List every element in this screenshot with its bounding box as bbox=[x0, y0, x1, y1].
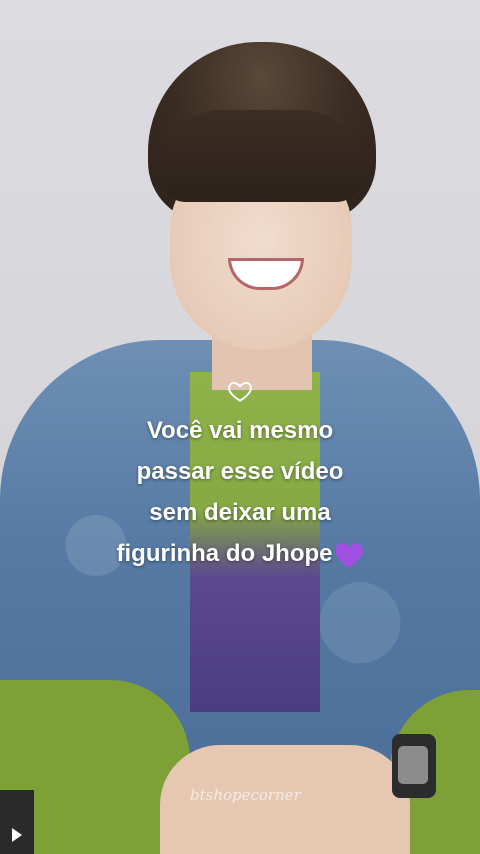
watch-face bbox=[398, 746, 428, 784]
watermark: btshopecorner bbox=[190, 786, 301, 804]
caption-line-4-text: figurinha do Jhope bbox=[116, 540, 333, 567]
caption-line-2: passar esse vídeo bbox=[136, 458, 344, 485]
chair bbox=[0, 790, 34, 854]
hair-fringe bbox=[158, 110, 364, 202]
purple-heart-icon bbox=[334, 542, 363, 568]
caption-line-1: Você vai mesmo bbox=[146, 417, 334, 444]
caption-line-4: figurinha do Jhope bbox=[0, 533, 480, 574]
wristwatch bbox=[392, 734, 436, 798]
play-icon[interactable] bbox=[12, 828, 22, 842]
caption-line-3: sem deixar uma bbox=[149, 499, 331, 526]
caption-overlay: Você vai mesmo passar esse vídeo sem dei… bbox=[0, 378, 480, 574]
outline-heart-icon bbox=[228, 381, 252, 402]
